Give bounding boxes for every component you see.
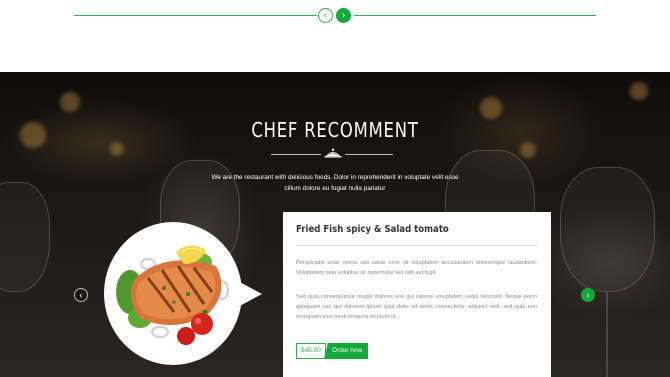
dish-paragraph-2: Sed quia consequuntur magni dolores eos …: [296, 294, 537, 320]
top-divider-right: [354, 15, 596, 16]
grilled-fish-with-salad-image: [116, 245, 229, 345]
bokeh-light: [110, 142, 124, 156]
dish-paragraph-1: Perspiciatis unde omnis iste natus error…: [296, 260, 537, 276]
section-title: CHEF RECOMMENT: [251, 118, 419, 142]
chevron-left-icon: ‹: [323, 9, 328, 21]
wine-glass: [560, 167, 655, 292]
bokeh-light: [520, 142, 536, 158]
card-divider: [296, 245, 537, 246]
bokeh-light: [480, 97, 502, 119]
dish-title[interactable]: Fried Fish spicy & Salad tomato: [296, 224, 449, 235]
cloche-icon: [324, 148, 342, 158]
dish-card: Fried Fish spicy & Salad tomato Perspici…: [283, 212, 551, 377]
price-order-row: $45.00 Order now: [296, 343, 369, 359]
top-prev-button[interactable]: ‹: [318, 8, 333, 23]
chevron-left-icon: ‹: [79, 289, 83, 300]
title-divider-right: [345, 154, 393, 155]
top-next-button[interactable]: ›: [336, 8, 351, 23]
dish-image-circle: [104, 222, 242, 365]
page: ‹ › CHEF RECOMMENT We are the restaurant…: [0, 0, 670, 377]
carousel-next-button[interactable]: ›: [581, 288, 595, 302]
bokeh-light: [20, 122, 46, 148]
bokeh-light: [60, 92, 80, 112]
top-divider-left: [74, 15, 317, 16]
wine-glass-stem: [606, 292, 608, 377]
section-description: We are the restaurant with delicious foo…: [211, 174, 459, 192]
title-divider-left: [271, 154, 321, 155]
dish-image-frame: [104, 222, 264, 367]
price-tag: $45.00: [296, 343, 326, 359]
chevron-right-icon: ›: [586, 289, 590, 300]
carousel-prev-button[interactable]: ‹: [74, 288, 88, 302]
order-now-button[interactable]: Order now: [323, 343, 369, 359]
bokeh-light: [630, 82, 648, 100]
chef-recommend-section: CHEF RECOMMENT We are the restaurant wit…: [0, 72, 670, 377]
chevron-right-icon: ›: [341, 9, 346, 21]
top-slider-strip: ‹ ›: [0, 0, 670, 72]
wine-glass: [0, 182, 50, 292]
